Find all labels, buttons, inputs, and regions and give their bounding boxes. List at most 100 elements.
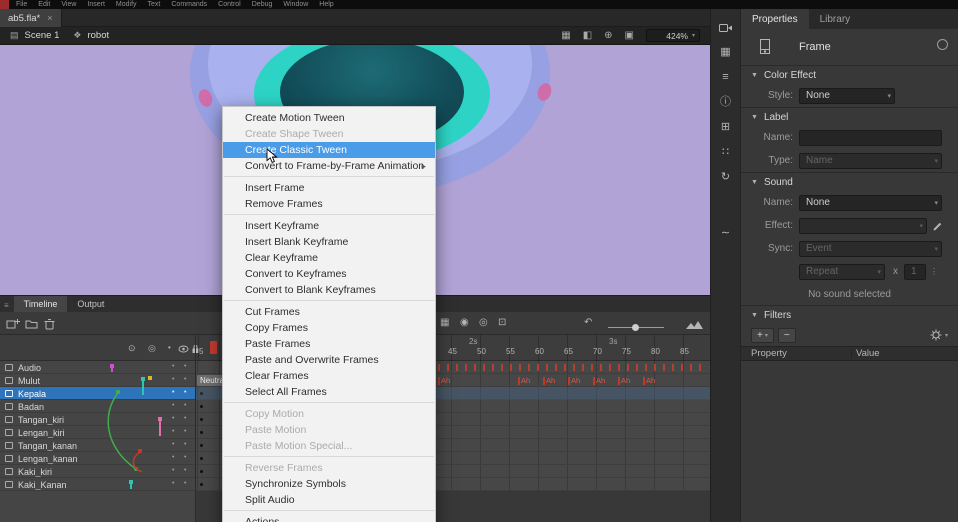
- section-header-sound[interactable]: ▼ Sound: [741, 173, 958, 191]
- layer-row-kaki-kanan[interactable]: Kaki_Kanan••: [0, 478, 195, 491]
- menu-text[interactable]: Text: [148, 0, 161, 9]
- undo-icon[interactable]: ↶: [584, 317, 592, 329]
- visibility-dot[interactable]: •: [172, 415, 174, 422]
- menu-item-create-classic-tween[interactable]: Create Classic Tween: [223, 142, 435, 158]
- section-header-color-effect[interactable]: ▼ Color Effect: [741, 66, 958, 84]
- filters-options[interactable]: ▾: [930, 329, 948, 341]
- onion-skin-outlines-icon[interactable]: ◎: [479, 317, 488, 329]
- layer-row-audio[interactable]: Audio••: [0, 361, 195, 374]
- menu-item-select-all-frames[interactable]: Select All Frames: [223, 384, 435, 400]
- tab-timeline[interactable]: Timeline: [14, 296, 68, 312]
- menu-item-remove-frames[interactable]: Remove Frames: [223, 196, 435, 212]
- tab-properties[interactable]: Properties: [741, 9, 809, 29]
- lock-dot[interactable]: •: [184, 402, 186, 409]
- menu-file[interactable]: File: [16, 0, 27, 9]
- document-tab[interactable]: ab5.fla* ×: [0, 9, 62, 27]
- menu-control[interactable]: Control: [218, 0, 241, 9]
- new-folder-icon[interactable]: [25, 318, 38, 330]
- visibility-dot[interactable]: •: [172, 376, 174, 383]
- tab-library[interactable]: Library: [809, 9, 862, 29]
- camera-panel-icon[interactable]: [719, 23, 733, 33]
- layer-row-tangan-kiri[interactable]: Tangan_kiri••: [0, 413, 195, 426]
- layer-row-badan[interactable]: Badan••: [0, 400, 195, 413]
- tab-output[interactable]: Output: [67, 296, 114, 312]
- center-stage-icon[interactable]: ⊕: [604, 30, 612, 42]
- breadcrumb-scene[interactable]: Scene 1: [25, 30, 60, 41]
- menu-debug[interactable]: Debug: [252, 0, 273, 9]
- visibility-dot[interactable]: •: [172, 467, 174, 474]
- info-panel-icon[interactable]: ⓘ: [720, 96, 731, 108]
- camera-icon[interactable]: ▦: [561, 30, 570, 42]
- highlight-column-icon[interactable]: •: [168, 343, 171, 352]
- frames-panel-icon[interactable]: ▦: [720, 46, 730, 58]
- mask-bounds-icon[interactable]: ◧: [583, 30, 592, 42]
- sound-name-dropdown[interactable]: None ▾: [799, 195, 942, 211]
- visibility-dot[interactable]: •: [172, 402, 174, 409]
- lock-dot[interactable]: •: [184, 363, 186, 370]
- loop-icon[interactable]: ◎: [148, 343, 156, 354]
- visibility-dot[interactable]: •: [172, 428, 174, 435]
- menu-item-paste-frames[interactable]: Paste Frames: [223, 336, 435, 352]
- eye-icon[interactable]: [178, 345, 189, 353]
- delete-layer-icon[interactable]: [44, 318, 55, 330]
- list-panel-icon[interactable]: ≡: [722, 71, 728, 83]
- style-dropdown[interactable]: None ▾: [799, 88, 895, 104]
- menu-item-actions[interactable]: Actions: [223, 514, 435, 522]
- timeline-zoom-slider[interactable]: [608, 327, 664, 328]
- lock-dot[interactable]: •: [184, 480, 186, 487]
- menu-item-clear-frames[interactable]: Clear Frames: [223, 368, 435, 384]
- layer-row-tangan-kanan[interactable]: Tangan_kanan••: [0, 439, 195, 452]
- lock-dot[interactable]: •: [184, 428, 186, 435]
- label-name-input[interactable]: [799, 130, 942, 146]
- edit-pencil-icon[interactable]: [933, 221, 943, 231]
- menu-item-insert-frame[interactable]: Insert Frame: [223, 180, 435, 196]
- lock-dot[interactable]: •: [184, 441, 186, 448]
- layer-row-lengan-kiri[interactable]: Lengan_kiri••: [0, 426, 195, 439]
- slider-knob[interactable]: [632, 324, 639, 331]
- pin-panel-icon[interactable]: [937, 39, 948, 50]
- section-header-label[interactable]: ▼ Label: [741, 108, 958, 126]
- grid-panel-icon[interactable]: ⊞: [721, 121, 730, 133]
- breadcrumb-symbol[interactable]: robot: [87, 30, 109, 41]
- menu-commands[interactable]: Commands: [171, 0, 207, 9]
- layer-row-mulut[interactable]: Mulut••: [0, 374, 195, 387]
- layer-row-kepala[interactable]: Kepala••: [0, 387, 195, 400]
- visibility-dot[interactable]: •: [172, 363, 174, 370]
- menu-edit[interactable]: Edit: [38, 0, 50, 9]
- onion-skin-icon[interactable]: ◉: [460, 317, 469, 329]
- new-layer-icon[interactable]: [6, 318, 20, 330]
- menu-item-create-motion-tween[interactable]: Create Motion Tween: [223, 110, 435, 126]
- clip-content-icon[interactable]: ▣: [625, 30, 634, 42]
- zoom-control[interactable]: 424% ▾: [646, 29, 700, 42]
- center-frame-icon[interactable]: ⊙: [128, 343, 136, 354]
- lock-dot[interactable]: •: [184, 376, 186, 383]
- remove-filter-button[interactable]: −: [778, 328, 796, 343]
- playhead[interactable]: [210, 341, 217, 354]
- menu-item-insert-keyframe[interactable]: Insert Keyframe: [223, 218, 435, 234]
- edit-multiple-frames-icon[interactable]: ▦: [440, 317, 449, 329]
- visibility-dot[interactable]: •: [172, 441, 174, 448]
- lock-dot[interactable]: •: [184, 467, 186, 474]
- menu-item-convert-to-blank-keyframes[interactable]: Convert to Blank Keyframes: [223, 282, 435, 298]
- menu-help[interactable]: Help: [319, 0, 333, 9]
- add-filter-button[interactable]: + ▾: [751, 328, 774, 343]
- panel-menu-icon[interactable]: ≡: [0, 301, 14, 312]
- menu-item-insert-blank-keyframe[interactable]: Insert Blank Keyframe: [223, 234, 435, 250]
- visibility-dot[interactable]: •: [172, 454, 174, 461]
- menu-view[interactable]: View: [61, 0, 76, 9]
- menu-item-convert-to-keyframes[interactable]: Convert to Keyframes: [223, 266, 435, 282]
- modify-markers-icon[interactable]: ⊡: [498, 317, 506, 329]
- lock-dot[interactable]: •: [184, 389, 186, 396]
- menu-item-paste-and-overwrite-frames[interactable]: Paste and Overwrite Frames: [223, 352, 435, 368]
- menu-item-clear-keyframe[interactable]: Clear Keyframe: [223, 250, 435, 266]
- menu-modify[interactable]: Modify: [116, 0, 137, 9]
- lock-dot[interactable]: •: [184, 415, 186, 422]
- lock-dot[interactable]: •: [184, 454, 186, 461]
- dots-panel-icon[interactable]: ∷: [722, 146, 729, 158]
- menu-item-cut-frames[interactable]: Cut Frames: [223, 304, 435, 320]
- close-tab-icon[interactable]: ×: [47, 13, 52, 23]
- menu-item-convert-to-frame-by-frame-animation[interactable]: Convert to Frame-by-Frame Animation▸: [223, 158, 435, 174]
- menu-item-copy-frames[interactable]: Copy Frames: [223, 320, 435, 336]
- menu-window[interactable]: Window: [283, 0, 308, 9]
- timeline-zoom-fit-icon[interactable]: [686, 320, 704, 329]
